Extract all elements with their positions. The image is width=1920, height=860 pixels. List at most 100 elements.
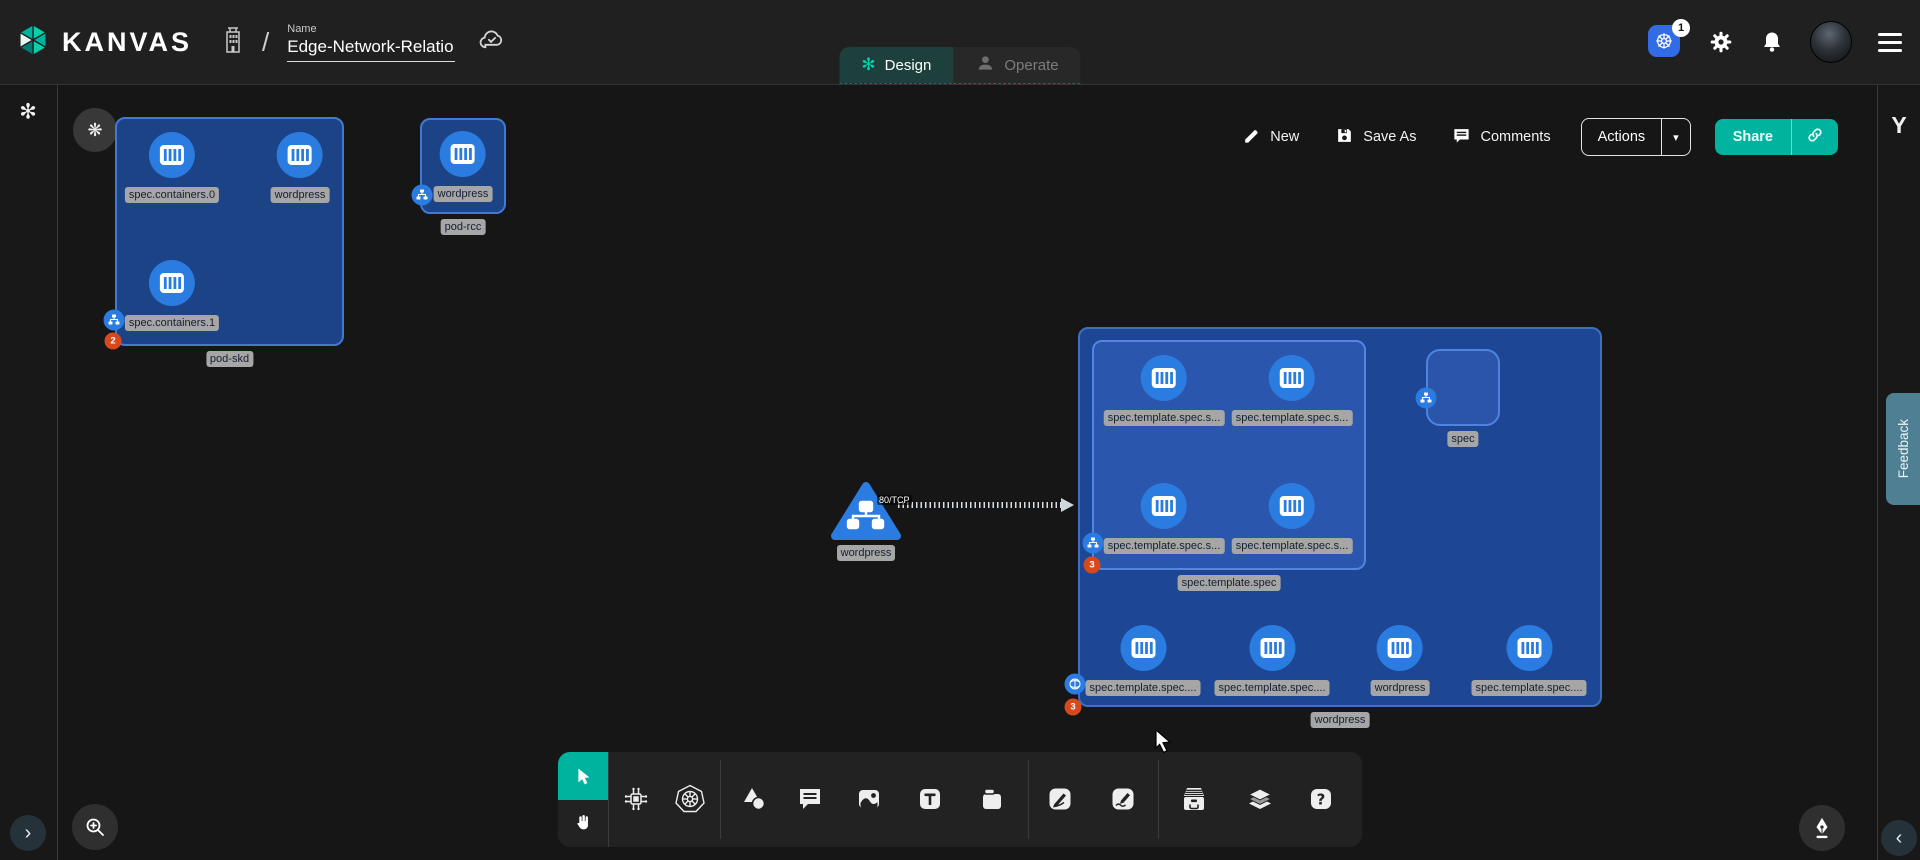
error-count-badge[interactable]: 2	[105, 333, 122, 350]
actions-split-button[interactable]: Actions ▾	[1581, 118, 1691, 156]
relationship-icon[interactable]	[412, 185, 433, 206]
node-label: spec.template.spec....	[1086, 680, 1201, 696]
text-tool-button[interactable]	[908, 777, 952, 821]
node-label: wordpress	[837, 545, 896, 561]
container-node[interactable]: wordpress	[271, 132, 330, 203]
container-icon	[277, 132, 323, 178]
image-tool-button[interactable]	[847, 777, 891, 821]
pencil-tool-button[interactable]	[1101, 777, 1145, 821]
node-label: spec.template.spec....	[1215, 680, 1330, 696]
menu-button[interactable]	[1878, 33, 1902, 52]
node-label: spec.template.spec.s...	[1232, 410, 1353, 426]
brand-name: KANVAS	[62, 27, 192, 58]
design-name-label: Name	[287, 23, 455, 35]
container-node[interactable]: spec.containers.0	[125, 132, 219, 203]
dock-widgets-button[interactable]: ❋	[73, 108, 117, 152]
toolbar-divider	[1158, 760, 1159, 839]
shapes-tool-button[interactable]	[732, 777, 776, 821]
container-icon	[1269, 355, 1315, 401]
container-node[interactable]: spec.template.spec....	[1215, 625, 1330, 696]
help-tool-button[interactable]: ?	[1299, 777, 1343, 821]
pen-nib-button[interactable]	[1799, 805, 1845, 851]
share-split-button[interactable]: Share	[1715, 119, 1838, 155]
note-tool-button[interactable]	[970, 777, 1014, 821]
container-node[interactable]: spec.template.spec.s...	[1232, 355, 1353, 426]
container-node[interactable]: spec.template.spec....	[1472, 625, 1587, 696]
cursor-tool-button[interactable]	[558, 752, 608, 800]
drawer-tool-button[interactable]	[1172, 777, 1216, 821]
share-button[interactable]: Share	[1715, 119, 1791, 155]
save-as-button[interactable]: Save As	[1329, 125, 1422, 150]
container-icon	[1269, 483, 1315, 529]
kubernetes-tool-button[interactable]	[668, 777, 712, 821]
node-label: wordpress	[1371, 680, 1430, 696]
widgets-flower-icon: ❋	[87, 120, 102, 141]
container-node[interactable]: spec.template.spec.s...	[1232, 483, 1353, 554]
kubernetes-context-button[interactable]: 1	[1648, 25, 1682, 59]
subgroup-spec-template-spec[interactable]: spec.template.spec.s... spec.template.sp…	[1092, 340, 1366, 570]
container-node[interactable]: spec.template.spec....	[1086, 625, 1201, 696]
actions-button[interactable]: Actions	[1582, 119, 1662, 155]
node-label: spec.containers.0	[125, 187, 219, 203]
canvas-toolbar: ?	[558, 752, 1362, 847]
group-deployment-wordpress[interactable]: spec.template.spec.s... spec.template.sp…	[1078, 327, 1602, 707]
edge-arrowhead-icon	[1061, 498, 1074, 512]
kanvas-app: KANVAS / Name	[0, 0, 1920, 860]
settings-button[interactable]	[1708, 29, 1734, 55]
new-button[interactable]: New	[1236, 125, 1305, 150]
service-node[interactable]: wordpress	[831, 481, 901, 561]
pen-tool-button[interactable]	[1038, 777, 1082, 821]
notifications-button[interactable]	[1760, 29, 1784, 55]
relationship-icon[interactable]	[104, 310, 125, 331]
expand-left-panel-button[interactable]: ›	[10, 815, 46, 851]
comment-icon	[1452, 126, 1471, 149]
container-icon	[149, 260, 195, 306]
error-count-badge[interactable]: 3	[1065, 699, 1082, 716]
group-pod-skd[interactable]: spec.containers.0 wordpress spec.contain…	[115, 117, 344, 346]
network-edge[interactable]	[898, 502, 1064, 508]
container-node[interactable]: spec.template.spec.s...	[1104, 355, 1225, 426]
container-node[interactable]: wordpress	[1371, 625, 1430, 696]
zoom-search-button[interactable]	[72, 804, 118, 850]
container-icon	[440, 131, 486, 177]
comments-button[interactable]: Comments	[1446, 125, 1556, 150]
container-icon	[1120, 625, 1166, 671]
flow-y-icon: Y	[1891, 112, 1906, 139]
pan-tool-button[interactable]	[558, 800, 608, 848]
user-avatar[interactable]	[1810, 21, 1852, 63]
design-action-bar: New Save As Comments	[1236, 118, 1838, 156]
layers-tool-button[interactable]	[1238, 777, 1282, 821]
relationship-icon[interactable]	[1083, 533, 1104, 554]
tab-operate[interactable]: Operate	[953, 47, 1080, 83]
copy-link-button[interactable]	[1791, 119, 1838, 155]
container-icon	[1506, 625, 1552, 671]
spec-node[interactable]: spec	[1426, 349, 1500, 426]
design-canvas[interactable]: ❋ spec.containers.0 wordpress spec.con	[58, 85, 1877, 860]
node-label: spec.template.spec.s...	[1104, 410, 1225, 426]
container-node[interactable]: spec.template.spec.s...	[1104, 483, 1225, 554]
mode-tabs: ✻ Design Operate	[839, 47, 1080, 84]
operate-person-icon	[975, 53, 995, 77]
feedback-tab[interactable]: Feedback	[1886, 393, 1920, 505]
design-name-input[interactable]	[287, 37, 455, 62]
save-as-label: Save As	[1363, 129, 1416, 145]
group-pod-rcc[interactable]: wordpress pod-rcc	[420, 118, 506, 214]
container-icon	[149, 132, 195, 178]
mesh-wheel-icon[interactable]	[1065, 674, 1086, 695]
container-node[interactable]: spec.containers.1	[125, 260, 219, 331]
actions-caret-button[interactable]: ▾	[1661, 119, 1690, 155]
group-label: pod-skd	[206, 351, 253, 367]
selection-tools	[558, 752, 609, 847]
organization-icon[interactable]	[220, 26, 246, 59]
brand[interactable]: KANVAS	[14, 21, 192, 64]
error-count-badge[interactable]: 3	[1084, 557, 1101, 574]
expand-right-panel-button[interactable]: ‹	[1881, 820, 1917, 856]
node-label: spec.template.spec....	[1472, 680, 1587, 696]
chevron-left-icon: ‹	[1896, 827, 1903, 850]
comment-tool-button[interactable]	[788, 777, 832, 821]
container-node[interactable]: wordpress	[434, 131, 493, 202]
tab-design[interactable]: ✻ Design	[839, 47, 953, 83]
container-icon	[1141, 483, 1187, 529]
relationship-icon[interactable]	[1416, 388, 1437, 409]
components-tool-button[interactable]	[614, 777, 658, 821]
